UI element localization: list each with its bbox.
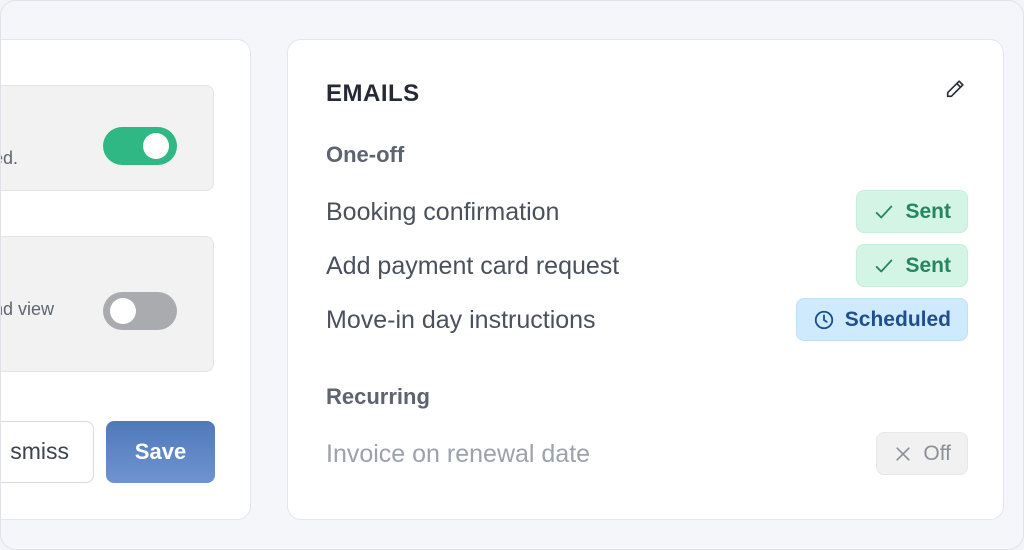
setting-one-description: ed. <box>1 148 19 168</box>
emails-card: EMAILS One-off Booking confirmation Sent… <box>287 39 1004 520</box>
email-name: Add payment card request <box>326 252 620 280</box>
status-label: Off <box>923 441 951 465</box>
email-name: Move-in day instructions <box>326 306 596 334</box>
app-window: ed. nd view smiss Save EMAILS One-off <box>0 0 1024 550</box>
status-label: Sent <box>905 199 951 223</box>
clock-icon <box>813 309 835 331</box>
email-row: Invoice on renewal date Off <box>326 432 968 476</box>
email-row: Booking confirmation Sent <box>326 190 968 234</box>
setting-row-two: nd view <box>1 236 214 372</box>
settings-card: ed. nd view smiss Save <box>1 39 251 520</box>
save-button[interactable]: Save <box>106 421 215 483</box>
check-icon <box>873 255 895 277</box>
status-badge: Sent <box>856 244 968 287</box>
email-row: Move-in day instructions Scheduled <box>326 298 968 342</box>
toggle-knob <box>143 133 169 159</box>
edit-button[interactable] <box>940 76 970 106</box>
x-icon <box>893 444 913 464</box>
setting-two-toggle[interactable] <box>103 292 177 330</box>
emails-title: EMAILS <box>326 80 420 107</box>
toggle-knob <box>110 298 136 324</box>
email-name: Invoice on renewal date <box>326 440 591 468</box>
status-badge: Sent <box>856 190 968 233</box>
dismiss-button[interactable]: smiss <box>1 421 94 483</box>
one-off-section-label: One-off <box>326 142 405 167</box>
setting-one-toggle[interactable] <box>103 127 177 165</box>
status-label: Sent <box>905 253 951 277</box>
check-icon <box>873 201 895 223</box>
status-badge: Off <box>876 432 968 475</box>
recurring-section-label: Recurring <box>326 384 430 409</box>
status-badge: Scheduled <box>795 298 968 341</box>
setting-two-description: nd view <box>1 299 55 319</box>
setting-row-one: ed. <box>1 85 214 191</box>
email-row: Add payment card request Sent <box>326 244 968 288</box>
status-label: Scheduled <box>844 307 951 331</box>
pencil-icon <box>944 78 966 105</box>
email-name: Booking confirmation <box>326 198 560 226</box>
